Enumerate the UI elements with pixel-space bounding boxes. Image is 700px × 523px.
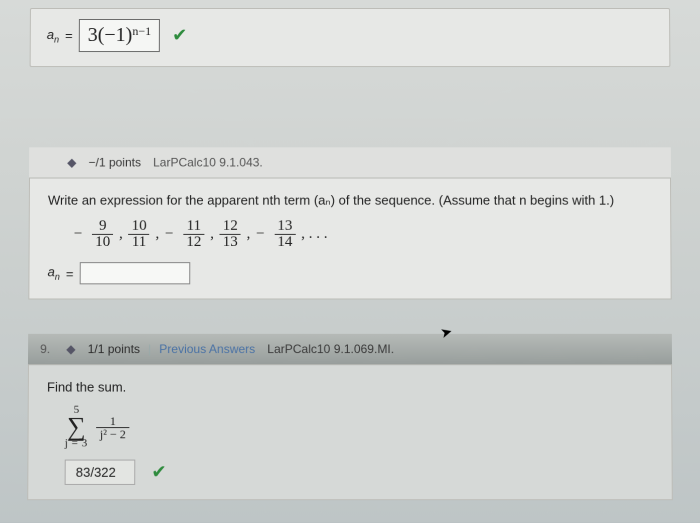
fraction: 1011 — [129, 219, 150, 250]
previous-answers-link[interactable]: Previous Answers — [159, 342, 255, 356]
frac-top: 9 — [92, 219, 113, 235]
check-icon: ✔ — [172, 25, 187, 46]
answer-exponent: n−1 — [132, 24, 151, 38]
frac-bot: 10 — [92, 235, 113, 250]
q8-points: −/1 points — [88, 155, 141, 169]
q8-sequence: − 910 , 1011 , − 1112 , 1213 , − 1314 , … — [72, 219, 653, 250]
frac-bot: 14 — [274, 235, 295, 250]
fraction: 910 — [92, 219, 113, 250]
sigma-notation: 5 ∑ j = 3 — [65, 405, 88, 450]
fraction: 1112 — [183, 219, 204, 250]
frac-bot: 12 — [183, 235, 204, 250]
frac-top: 11 — [183, 219, 204, 235]
q9-points: 1/1 points — [88, 342, 140, 356]
q9-prompt: Find the sum. — [47, 379, 653, 394]
q8-source: LarPCalc10 9.1.043. — [153, 155, 263, 169]
frac-bot: j² − 2 — [96, 428, 130, 440]
q9-sum-expression: 5 ∑ j = 3 1 j² − 2 — [65, 405, 654, 450]
answer-base: 3(−1) — [88, 24, 133, 46]
answer-box: 3(−1)n−1 — [79, 19, 161, 52]
q8-answer-input[interactable] — [80, 262, 191, 284]
ellipsis: , . . . — [301, 226, 327, 242]
q8-prompt: Write an expression for the apparent nth… — [48, 193, 652, 209]
q9-body: Find the sum. 5 ∑ j = 3 1 j² − 2 83/322 … — [27, 365, 673, 500]
q9-result-value: 83/322 — [65, 460, 136, 485]
var-sub: n — [55, 272, 60, 282]
neg-sign: − — [256, 226, 265, 242]
frac-top: 12 — [220, 219, 241, 235]
sum-operand: 1 j² − 2 — [94, 414, 132, 439]
fraction: 1213 — [220, 219, 241, 250]
q8-header: ◆ −/1 points LarPCalc10 9.1.043. — [29, 147, 671, 178]
disclosure-icon[interactable]: ◆ — [67, 155, 76, 169]
neg-sign: − — [165, 226, 174, 242]
fraction: 1314 — [274, 219, 295, 250]
frac-bot: 11 — [129, 235, 150, 250]
sigma-lower: j = 3 — [65, 438, 88, 449]
q8-input-row: an = — [48, 262, 653, 284]
q9-source: LarPCalc10 9.1.069.MI. — [267, 342, 394, 356]
frac-top: 10 — [129, 219, 150, 235]
an-label: an — [48, 264, 60, 282]
equals-sign: = — [66, 266, 74, 281]
neg-sign: − — [74, 226, 83, 242]
frac-top: 1 — [96, 414, 130, 427]
q9-header: 9. ◆ 1/1 points | Previous Answers LarPC… — [28, 334, 672, 365]
previous-answer-panel: an = 3(−1)n−1 ✔ — [30, 8, 671, 67]
answer-row: an = 3(−1)n−1 ✔ — [47, 19, 654, 52]
frac-top: 13 — [274, 219, 295, 235]
equals-sign: = — [65, 28, 73, 43]
q9-number: 9. — [40, 342, 58, 356]
frac-bot: 13 — [220, 235, 241, 250]
var-sub: n — [54, 34, 59, 44]
separator: | — [148, 342, 151, 356]
disclosure-icon[interactable]: ◆ — [66, 342, 75, 356]
fraction: 1 j² − 2 — [96, 414, 130, 439]
an-label: an — [47, 27, 59, 45]
q9-result-row: 83/322 ✔ — [65, 460, 654, 485]
check-icon: ✔ — [151, 462, 166, 483]
q8-body: Write an expression for the apparent nth… — [28, 179, 671, 300]
